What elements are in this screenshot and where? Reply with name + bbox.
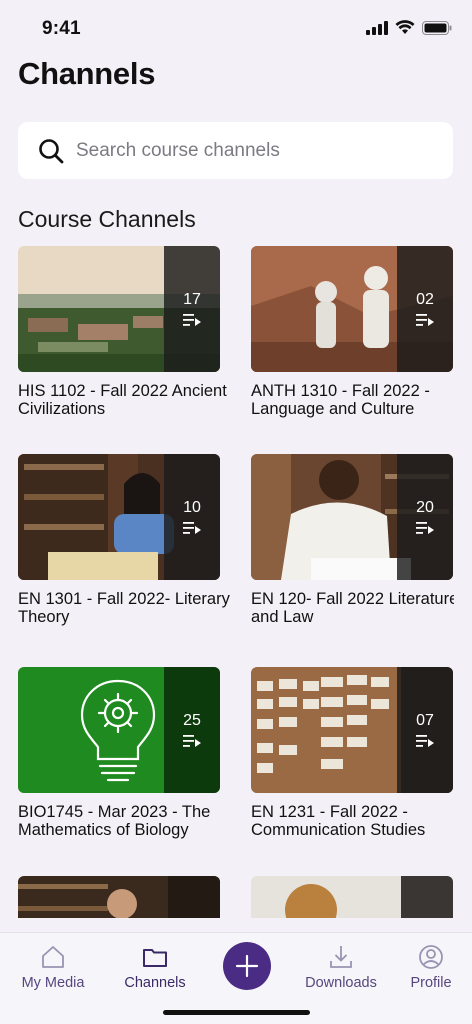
channel-count-overlay: 17 — [164, 246, 220, 372]
channel-count-overlay: 20 — [397, 454, 453, 580]
add-media-button[interactable] — [223, 942, 271, 990]
channel-card[interactable]: 10 EN 1301 - Fall 2022- Literary Theory — [18, 454, 230, 626]
channel-title-line: Communication Studies — [251, 821, 426, 839]
channel-title-line: EN 120- Fall 2022 Literature — [251, 590, 454, 608]
nav-my-media[interactable]: My Media — [8, 943, 98, 991]
nav-label: Channels — [124, 975, 186, 991]
playlist-icon — [416, 314, 434, 326]
channel-title-line: Language and Culture — [251, 400, 415, 418]
nav-channels[interactable]: Channels — [110, 943, 200, 991]
channel-count-overlay: 10 — [164, 454, 220, 580]
channel-thumbnail[interactable]: 17 — [18, 246, 220, 372]
playlist-icon — [416, 522, 434, 534]
channel-title[interactable]: ANTH 1310 - Fall 2022 - Language and Cul… — [251, 382, 453, 418]
channel-thumbnail[interactable]: 25 — [18, 667, 220, 793]
wifi-icon — [395, 20, 415, 34]
nav-label: Downloads — [305, 975, 377, 991]
media-count: 02 — [416, 291, 434, 308]
download-icon — [330, 946, 352, 968]
channel-thumbnail[interactable]: 02 — [251, 246, 453, 372]
nav-label: Profile — [410, 975, 452, 991]
home-indicator — [163, 1010, 310, 1015]
curly-hair-person-image — [251, 876, 453, 918]
channel-card[interactable]: 07 EN 1231 - Fall 2022 - Communication S… — [251, 667, 453, 839]
channel-count-overlay: 07 — [397, 667, 453, 793]
section-heading: Course Channels — [18, 206, 196, 232]
channel-title[interactable]: EN 120- Fall 2022 Literature and Law — [251, 590, 454, 626]
battery-icon — [422, 20, 452, 35]
media-count: 10 — [183, 499, 201, 516]
channel-title-line: EN 1301 - Fall 2022- Literary — [18, 590, 230, 608]
channel-title-line: and Law — [251, 608, 314, 626]
channel-card[interactable]: 17 HIS 1102 - Fall 2022 Ancient Civiliza… — [18, 246, 227, 418]
playlist-icon — [183, 314, 201, 326]
channel-thumbnail[interactable]: 20 — [251, 454, 453, 580]
search-box[interactable] — [18, 122, 453, 179]
channel-thumbnail[interactable]: 07 — [251, 667, 453, 793]
nav-downloads[interactable]: Downloads — [296, 943, 386, 991]
channel-count-overlay: 25 — [164, 667, 220, 793]
channel-title[interactable]: HIS 1102 - Fall 2022 Ancient Civilizatio… — [18, 382, 227, 418]
media-count: 17 — [183, 291, 201, 308]
playlist-icon — [183, 522, 201, 534]
channel-title-line: Civilizations — [18, 400, 106, 418]
channel-thumbnail[interactable]: 10 — [18, 454, 220, 580]
home-icon — [42, 946, 64, 968]
channel-card[interactable]: 02 ANTH 1310 - Fall 2022 - Language and … — [251, 246, 453, 418]
status-icons — [366, 20, 452, 35]
status-time: 9:41 — [42, 18, 81, 39]
channel-thumbnail[interactable] — [251, 876, 453, 918]
channel-card[interactable]: 25 BIO1745 - Mar 2023 - The Mathematics … — [18, 667, 220, 839]
playlist-icon — [183, 735, 201, 747]
channel-title-line: ANTH 1310 - Fall 2022 - — [251, 382, 430, 400]
media-count: 25 — [183, 712, 201, 729]
channel-card[interactable] — [18, 876, 220, 918]
media-count: 20 — [416, 499, 434, 516]
profile-icon — [419, 945, 443, 969]
channel-title-line: Theory — [18, 608, 70, 626]
channel-card[interactable] — [251, 876, 453, 918]
channel-title-line: BIO1745 - Mar 2023 - The — [18, 803, 211, 821]
bookshelf-person-image — [18, 876, 220, 918]
nav-profile[interactable]: Profile — [386, 943, 472, 991]
search-input[interactable] — [76, 139, 436, 162]
media-count: 07 — [416, 712, 434, 729]
folder-icon — [143, 949, 167, 967]
search-icon — [39, 138, 64, 163]
page-title: Channels — [18, 56, 156, 91]
channel-title[interactable]: EN 1301 - Fall 2022- Literary Theory — [18, 590, 230, 626]
channel-card[interactable]: 20 EN 120- Fall 2022 Literature and Law — [251, 454, 454, 626]
plus-icon — [235, 954, 259, 978]
playlist-icon — [416, 735, 434, 747]
channel-grid: 17 HIS 1102 - Fall 2022 Ancient Civiliza… — [18, 246, 454, 918]
channel-title-line: Mathematics of Biology — [18, 821, 189, 839]
channel-title-line: EN 1231 - Fall 2022 - — [251, 803, 408, 821]
channel-thumbnail[interactable] — [18, 876, 220, 918]
status-bar: 9:41 — [0, 0, 472, 58]
signal-icon — [366, 20, 388, 35]
channel-count-overlay: 02 — [397, 246, 453, 372]
nav-label: My Media — [21, 975, 85, 991]
channel-title[interactable]: BIO1745 - Mar 2023 - The Mathematics of … — [18, 803, 220, 839]
channel-title-line: HIS 1102 - Fall 2022 Ancient — [18, 382, 227, 400]
channel-title[interactable]: EN 1231 - Fall 2022 - Communication Stud… — [251, 803, 453, 839]
